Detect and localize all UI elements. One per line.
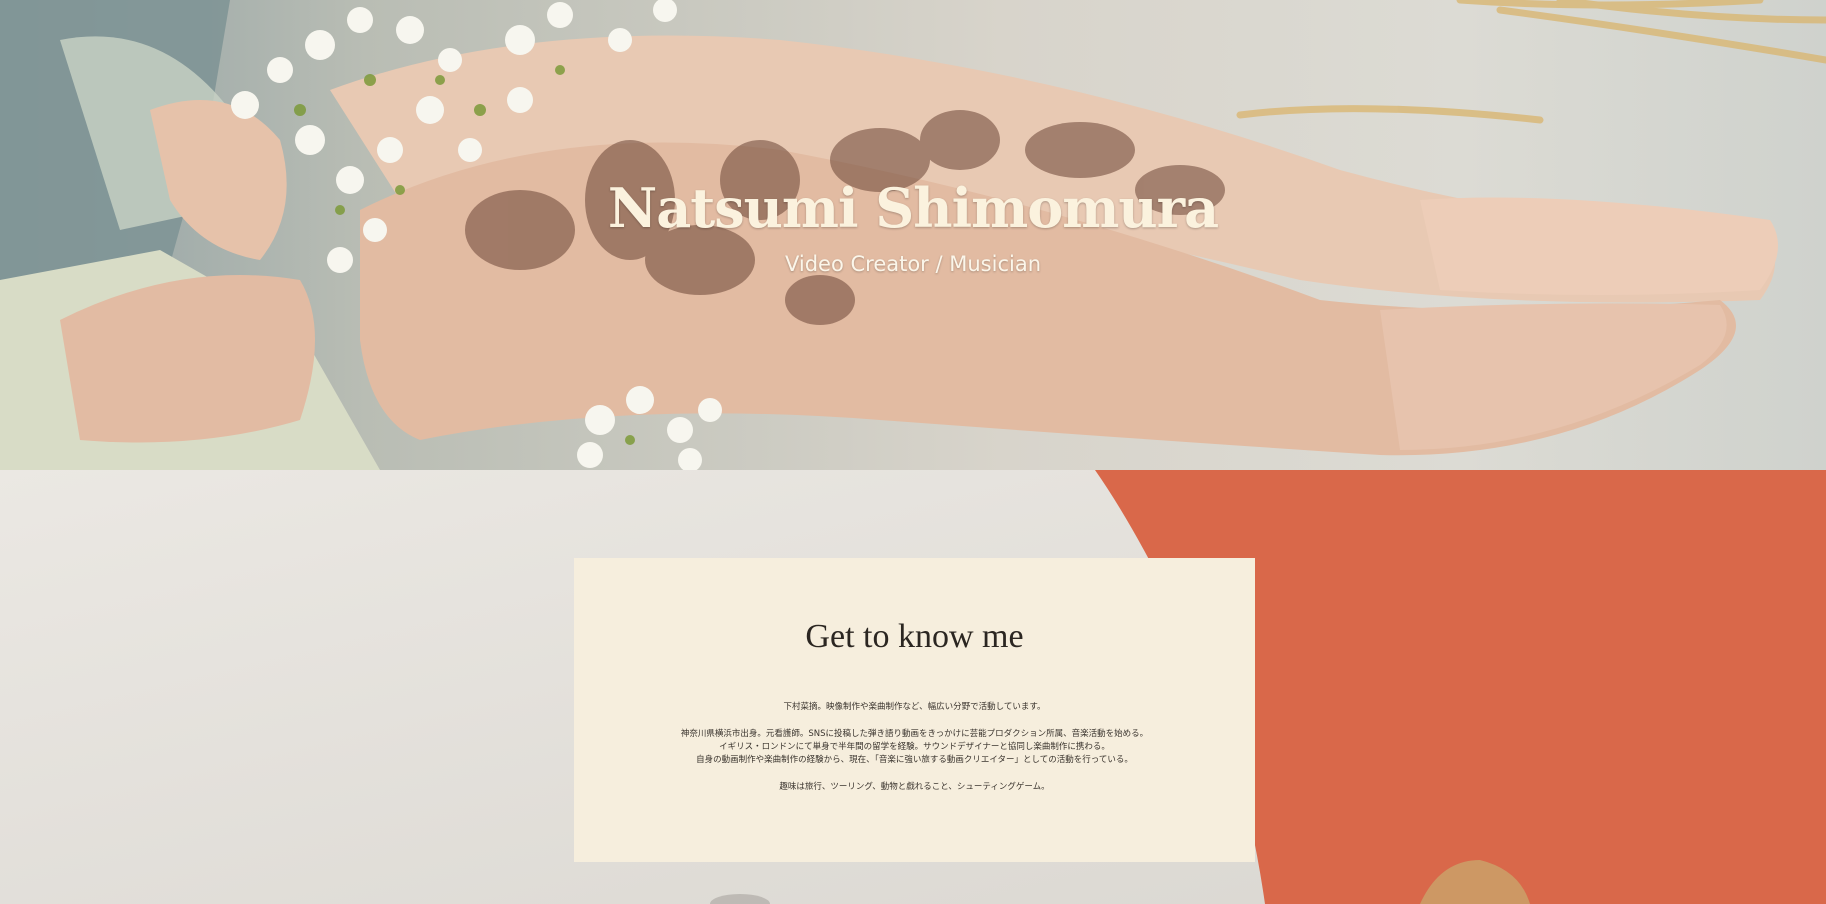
about-heading: Get to know me xyxy=(805,618,1024,655)
bio-line: 神奈川県横浜市出身。元看護師。SNSに投稿した弾き語り動画をきっかけに芸能プロダ… xyxy=(680,729,1149,739)
about-card: Get to know me 下村菜摘。映像制作や楽曲制作など、幅広い分野で活動… xyxy=(574,558,1255,862)
bio-paragraph-3: 趣味は旅行、ツーリング、動物と戯れること、シューティングゲーム。 xyxy=(574,781,1255,794)
hero-title: Natsumi Shimomura xyxy=(607,176,1219,240)
page: Natsumi Shimomura Video Creator / Musici… xyxy=(0,0,1826,904)
bio-line: イギリス・ロンドンにて単身で半年間の留学を経験。サウンドデザイナーと協同し楽曲制… xyxy=(719,742,1110,752)
about-bio: 下村菜摘。映像制作や楽曲制作など、幅広い分野で活動しています。 神奈川県横浜市出… xyxy=(574,701,1255,808)
hero-banner: Natsumi Shimomura Video Creator / Musici… xyxy=(0,0,1826,470)
bio-paragraph-2: 神奈川県横浜市出身。元看護師。SNSに投稿した弾き語り動画をきっかけに芸能プロダ… xyxy=(574,728,1255,767)
hero-subtitle: Video Creator / Musician xyxy=(784,252,1042,276)
bio-line: 趣味は旅行、ツーリング、動物と戯れること、シューティングゲーム。 xyxy=(779,782,1050,792)
bio-line: 自身の動画制作や楽曲制作の経験から、現在、「音楽に強い旅する動画クリエイター」と… xyxy=(696,755,1133,765)
bio-line: 下村菜摘。映像制作や楽曲制作など、幅広い分野で活動しています。 xyxy=(783,702,1046,712)
bio-paragraph-1: 下村菜摘。映像制作や楽曲制作など、幅広い分野で活動しています。 xyxy=(574,701,1255,714)
about-section: Get to know me 下村菜摘。映像制作や楽曲制作など、幅広い分野で活動… xyxy=(0,470,1826,904)
